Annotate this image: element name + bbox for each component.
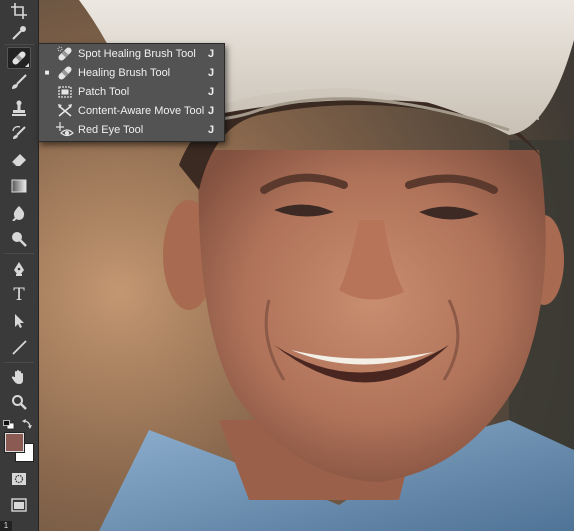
- brush-icon: [12, 74, 27, 89]
- crop-tool-button[interactable]: [7, 0, 31, 22]
- selected-marker: ■: [44, 68, 50, 77]
- default-colors-icon: [3, 420, 15, 430]
- photoshop-window: T 1 Spot Healing Brush Tool J ■ Healing …: [0, 0, 574, 531]
- dodge-icon: [12, 232, 27, 247]
- path-selection-tool-button[interactable]: [7, 310, 31, 332]
- dodge-tool-button[interactable]: [7, 228, 31, 250]
- shortcut-key: J: [208, 85, 215, 98]
- quick-mask-button[interactable]: [7, 468, 31, 490]
- shortcut-key: J: [208, 66, 215, 79]
- tools-panel: T 1: [0, 0, 39, 531]
- quick-mask-icon: [12, 473, 26, 485]
- menu-item-label: Content-Aware Move Tool: [78, 104, 205, 117]
- screen-mode-button[interactable]: [7, 494, 31, 516]
- shortcut-key: J: [208, 47, 215, 60]
- zoom-icon: [12, 395, 27, 410]
- crop-icon: [11, 3, 27, 19]
- menu-item-label: Healing Brush Tool: [78, 66, 171, 79]
- line-icon: [12, 340, 27, 355]
- screen-mode-icon: [11, 498, 27, 512]
- shortcut-key: J: [208, 123, 215, 136]
- menu-item-label: Patch Tool: [78, 85, 130, 98]
- menu-item-label: Spot Healing Brush Tool: [78, 47, 196, 60]
- foreground-color-swatch[interactable]: [4, 432, 25, 453]
- default-colors-button[interactable]: [3, 417, 15, 430]
- menu-item-spot-healing-brush[interactable]: Spot Healing Brush Tool J: [39, 44, 224, 63]
- history-brush-tool-button[interactable]: [7, 122, 31, 144]
- hand-tool-button[interactable]: [7, 366, 31, 388]
- content-aware-move-icon: [58, 103, 72, 117]
- healing-tools-flyout-menu: Spot Healing Brush Tool J ■ Healing Brus…: [38, 43, 225, 142]
- swap-arrows-icon: [22, 419, 32, 429]
- flyout-indicator-icon: [25, 63, 29, 67]
- swap-colors-button[interactable]: [22, 416, 34, 429]
- brush-tool-button[interactable]: [7, 71, 31, 93]
- type-icon: T: [13, 284, 25, 305]
- menu-item-content-aware-move[interactable]: Content-Aware Move Tool J: [39, 101, 224, 120]
- spot-healing-icon: [57, 46, 72, 61]
- blur-tool-button[interactable]: [7, 202, 31, 224]
- status-indicator: 1: [0, 521, 12, 531]
- menu-item-red-eye[interactable]: Red Eye Tool J: [39, 120, 224, 139]
- healing-brush-icon: [58, 65, 72, 80]
- pen-icon: [14, 262, 24, 276]
- gradient-icon: [11, 179, 27, 193]
- zoom-tool-button[interactable]: [7, 391, 31, 413]
- eraser-tool-button[interactable]: [7, 148, 31, 170]
- hand-icon: [11, 370, 23, 384]
- line-tool-button[interactable]: [7, 336, 31, 358]
- type-tool-button[interactable]: T: [7, 284, 31, 306]
- blur-icon: [12, 206, 25, 221]
- history-brush-icon: [12, 125, 26, 139]
- eyedropper-icon: [12, 26, 26, 40]
- arrow-icon: [15, 314, 24, 328]
- patch-icon: [58, 85, 72, 98]
- gradient-tool-button[interactable]: [7, 175, 31, 197]
- pen-tool-button[interactable]: [7, 258, 31, 280]
- shortcut-key: J: [208, 104, 215, 117]
- eyedropper-tool-button[interactable]: [7, 22, 31, 44]
- menu-item-healing-brush[interactable]: ■ Healing Brush Tool J: [39, 63, 224, 82]
- menu-item-patch[interactable]: Patch Tool J: [39, 82, 224, 101]
- stamp-icon: [12, 100, 26, 116]
- red-eye-icon: [56, 121, 74, 136]
- menu-item-label: Red Eye Tool: [78, 123, 144, 136]
- clone-stamp-tool-button[interactable]: [7, 97, 31, 119]
- healing-brush-tool-button[interactable]: [7, 47, 31, 69]
- eraser-icon: [11, 154, 26, 167]
